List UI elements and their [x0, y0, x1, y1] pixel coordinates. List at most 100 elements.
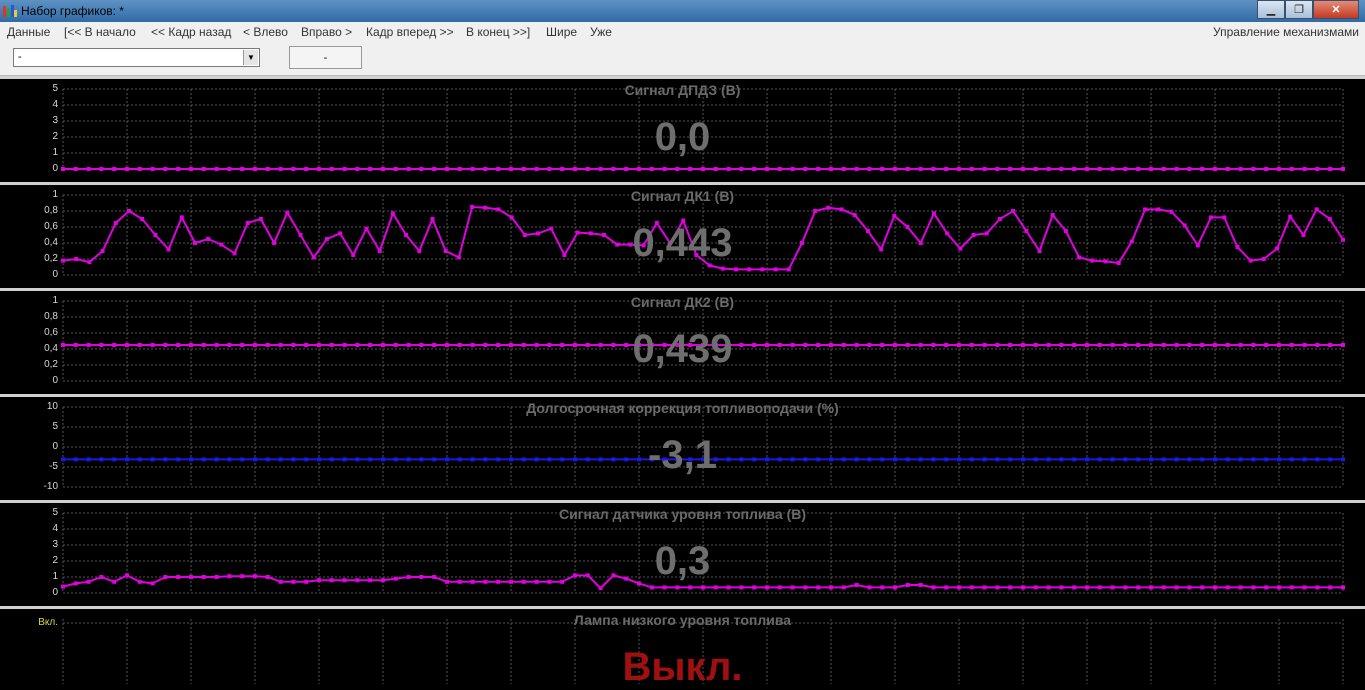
- data-point: [816, 167, 821, 171]
- value-box: -: [289, 46, 362, 69]
- menu-left[interactable]: < Влево: [243, 25, 288, 39]
- chart-title: Сигнал датчика уровня топлива (В): [558, 506, 807, 522]
- data-point: [240, 167, 245, 171]
- data-point: [662, 585, 667, 590]
- chart-title: Сигнал ДПДЗ (В): [624, 82, 741, 98]
- menu-frame-back[interactable]: << Кадр назад: [151, 25, 231, 39]
- menu-narrower[interactable]: Уже: [590, 25, 612, 39]
- data-point: [496, 207, 501, 212]
- data-point: [406, 167, 411, 171]
- close-button[interactable]: ✕: [1313, 0, 1359, 19]
- menu-data[interactable]: Данные: [7, 25, 50, 39]
- chart-panel: Вкл. Лампа низкого уровня топлива Выкл.: [0, 606, 1365, 689]
- data-point: [1264, 585, 1269, 590]
- data-point: [390, 211, 395, 216]
- data-point: [1097, 585, 1102, 590]
- data-point: [829, 167, 833, 171]
- data-point: [445, 167, 449, 171]
- data-point: [765, 167, 769, 171]
- data-point: [176, 167, 181, 171]
- data-point: [931, 585, 936, 590]
- data-point: [1314, 207, 1319, 212]
- data-point: [688, 167, 693, 171]
- data-point: [598, 586, 603, 591]
- data-point: [163, 167, 168, 171]
- data-point: [944, 167, 949, 171]
- chart-set-select[interactable]: - ▼: [13, 48, 260, 67]
- data-point: [1149, 167, 1153, 171]
- data-point: [803, 167, 808, 171]
- data-point: [1059, 167, 1064, 171]
- data-point: [1341, 167, 1345, 171]
- restore-icon: ❐: [1294, 4, 1304, 16]
- data-point: [611, 167, 616, 171]
- data-point: [285, 210, 290, 215]
- data-point: [355, 167, 360, 171]
- menu-frame-forward[interactable]: Кадр вперед >>: [366, 25, 454, 39]
- data-point: [931, 167, 936, 171]
- data-point: [1213, 585, 1217, 590]
- data-point: [786, 267, 791, 272]
- data-point: [867, 167, 872, 171]
- data-point: [1225, 167, 1230, 171]
- current-value: 0,443: [632, 221, 733, 265]
- data-point: [317, 167, 321, 171]
- data-point: [483, 205, 488, 210]
- data-point: [1328, 167, 1333, 171]
- data-point: [1059, 585, 1064, 590]
- close-icon: ✕: [1331, 4, 1341, 16]
- menu-mechanism-control[interactable]: Управление механизмами: [1213, 25, 1359, 39]
- data-point: [1209, 215, 1214, 220]
- data-point: [1123, 167, 1128, 171]
- data-point: [790, 585, 795, 590]
- data-point: [893, 167, 897, 171]
- data-point: [892, 213, 897, 218]
- data-point: [509, 215, 514, 220]
- data-point: [944, 585, 949, 590]
- data-point: [1289, 167, 1294, 171]
- chevron-down-icon[interactable]: ▼: [243, 50, 258, 65]
- data-point: [829, 585, 833, 590]
- maximize-button[interactable]: ❐: [1285, 0, 1313, 19]
- menu-go-end[interactable]: В конец >>]: [466, 25, 530, 39]
- minimize-button[interactable]: ▁: [1257, 0, 1285, 19]
- data-point: [1200, 167, 1205, 171]
- data-point: [777, 585, 782, 590]
- data-point: [1143, 207, 1148, 212]
- data-point: [150, 167, 155, 171]
- window-title: Набор графиков: *: [21, 4, 124, 18]
- chart-panel: 5 4 3 2 1 0 Сигнал датчика уровня топлива (В) 0…: [0, 500, 1365, 606]
- data-point: [179, 215, 184, 220]
- data-point: [720, 266, 725, 271]
- menu-go-start[interactable]: [<< В начало: [64, 25, 136, 39]
- data-point: [675, 167, 680, 171]
- data-point: [752, 585, 757, 590]
- data-point: [368, 167, 373, 171]
- chart-set-select-value: -: [18, 51, 22, 63]
- data-point: [841, 585, 846, 590]
- data-point: [867, 585, 872, 590]
- data-point: [752, 167, 757, 171]
- data-point: [816, 585, 821, 590]
- data-point: [1187, 167, 1192, 171]
- data-point: [880, 585, 885, 590]
- data-point: [1097, 167, 1102, 171]
- data-point: [931, 211, 936, 216]
- data-point: [201, 167, 206, 171]
- data-point: [483, 167, 488, 171]
- data-point: [1302, 167, 1307, 171]
- current-value: 0,0: [654, 115, 711, 159]
- data-point: [649, 585, 654, 590]
- data-point: [1021, 585, 1025, 590]
- chart-panel: 10 5 0 -5 -10 Долгосрочная коррекция топливоп…: [0, 394, 1365, 500]
- menu-right[interactable]: Вправо >: [301, 25, 352, 39]
- data-point: [1046, 585, 1051, 590]
- data-point: [329, 167, 334, 171]
- menu-wider[interactable]: Шире: [546, 25, 577, 39]
- data-point: [1008, 585, 1013, 590]
- data-point: [1033, 167, 1038, 171]
- data-point: [1341, 585, 1345, 590]
- data-point: [214, 167, 219, 171]
- data-point: [841, 167, 846, 171]
- data-point: [1085, 167, 1089, 171]
